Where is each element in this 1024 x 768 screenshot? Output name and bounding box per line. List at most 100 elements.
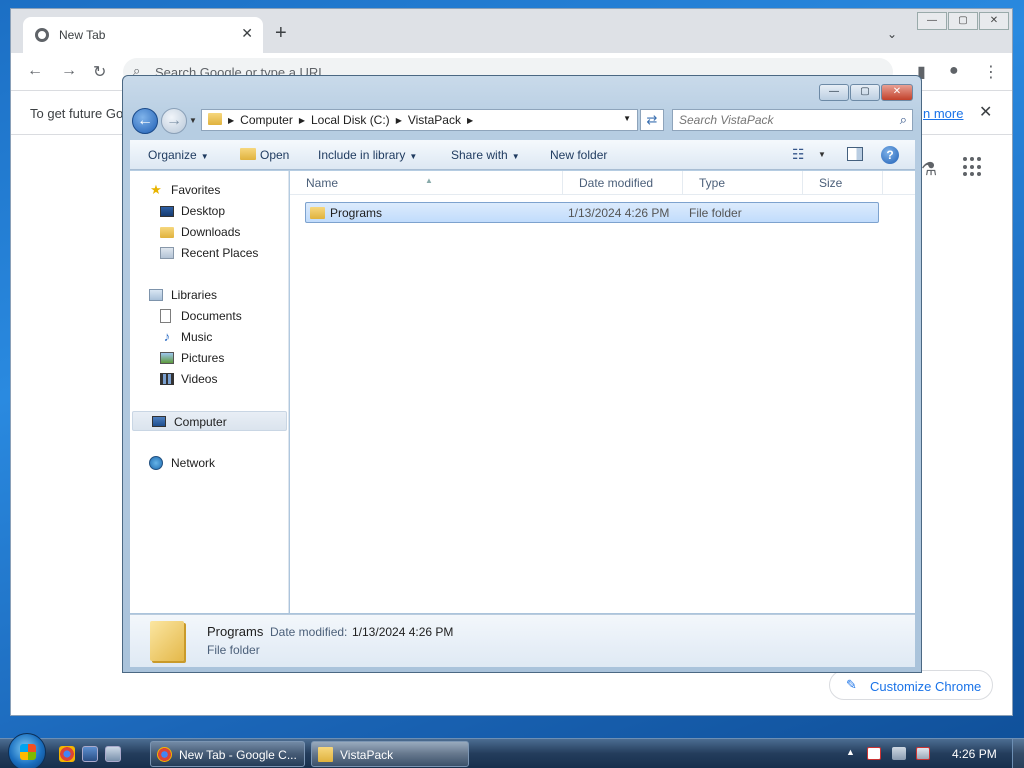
views-list-icon[interactable]: ☷ bbox=[792, 146, 805, 163]
breadcrumb-separator-icon[interactable]: ▶ bbox=[228, 116, 234, 125]
nav-label: Favorites bbox=[171, 183, 221, 197]
column-size[interactable]: Size bbox=[803, 171, 883, 195]
details-date-value: 1/13/2024 4:26 PM bbox=[352, 625, 454, 639]
close-icon[interactable]: ✕ bbox=[881, 84, 913, 101]
close-tab-icon[interactable]: ✕ bbox=[241, 25, 253, 42]
show-desktop-quick-icon[interactable] bbox=[82, 746, 98, 762]
close-icon[interactable]: ✕ bbox=[979, 12, 1009, 30]
show-hidden-icons-icon[interactable]: ▲ bbox=[846, 747, 855, 757]
file-type: File folder bbox=[689, 206, 742, 220]
breadcrumb-separator-icon[interactable]: ▶ bbox=[467, 116, 473, 125]
nav-recent-places[interactable]: Recent Places bbox=[130, 243, 288, 263]
libraries-icon bbox=[149, 289, 163, 301]
reload-icon[interactable]: ↻ bbox=[93, 62, 106, 82]
minimize-icon[interactable]: — bbox=[917, 12, 947, 30]
menu-dots-icon[interactable]: ⋮ bbox=[983, 62, 999, 82]
share-with-button[interactable]: Share with ▼ bbox=[451, 148, 520, 162]
infobar-learn-more-link[interactable]: n more bbox=[923, 106, 963, 121]
labs-flask-icon[interactable]: ⚗ bbox=[921, 159, 937, 180]
windows-logo-icon bbox=[20, 744, 36, 760]
recent-places-icon bbox=[160, 247, 174, 259]
breadcrumb-computer[interactable]: Computer bbox=[240, 113, 293, 127]
chevron-down-icon: ▼ bbox=[511, 152, 520, 161]
nav-label: Network bbox=[171, 456, 216, 470]
apps-grid-icon[interactable] bbox=[963, 157, 983, 177]
nav-pictures[interactable]: Pictures bbox=[130, 348, 288, 368]
breadcrumb-separator-icon[interactable]: ▶ bbox=[396, 116, 402, 125]
column-header: Name ▲ Date modified Type Size bbox=[290, 171, 915, 195]
videos-icon bbox=[160, 373, 174, 385]
search-box[interactable]: ⌕ bbox=[672, 109, 913, 131]
volume-muted-icon[interactable] bbox=[916, 747, 930, 760]
taskbar-chrome-button[interactable]: New Tab - Google C... bbox=[150, 741, 305, 767]
nav-desktop[interactable]: Desktop bbox=[130, 201, 288, 221]
taskbar-explorer-button[interactable]: VistaPack bbox=[311, 741, 469, 767]
downloads-folder-icon bbox=[160, 227, 174, 238]
chrome-favicon-icon bbox=[35, 28, 49, 42]
preview-pane-icon[interactable] bbox=[847, 147, 863, 161]
nav-music[interactable]: ♪ Music bbox=[130, 327, 288, 347]
folder-icon bbox=[310, 207, 325, 219]
start-button[interactable] bbox=[8, 733, 46, 768]
nav-downloads[interactable]: Downloads bbox=[130, 222, 288, 242]
nav-documents[interactable]: Documents bbox=[130, 306, 288, 326]
chevron-down-icon[interactable]: ⌄ bbox=[887, 27, 897, 41]
nav-computer[interactable]: Computer bbox=[132, 411, 287, 431]
action-center-icon[interactable] bbox=[867, 747, 881, 760]
address-dropdown-icon[interactable]: ▼ bbox=[623, 114, 631, 123]
forward-arrow-icon[interactable]: → bbox=[61, 62, 77, 80]
profile-icon[interactable]: ● bbox=[949, 62, 959, 80]
nav-label: Music bbox=[181, 330, 213, 344]
back-arrow-icon[interactable]: ← bbox=[27, 62, 43, 80]
maximize-icon[interactable]: ▢ bbox=[948, 12, 978, 30]
forward-arrow-icon[interactable]: → bbox=[161, 108, 187, 134]
breadcrumb-vistapack[interactable]: VistaPack bbox=[408, 113, 461, 127]
column-name[interactable]: Name ▲ bbox=[290, 171, 563, 195]
maximize-icon[interactable]: ▢ bbox=[850, 84, 880, 101]
taskbar-chrome-label: New Tab - Google C... bbox=[179, 748, 297, 762]
folder-icon bbox=[208, 113, 222, 125]
chrome-icon[interactable] bbox=[59, 746, 75, 762]
open-label: Open bbox=[260, 148, 290, 162]
nav-network[interactable]: Network bbox=[130, 453, 288, 473]
views-dropdown-icon[interactable]: ▼ bbox=[818, 150, 826, 159]
chrome-tab-new-tab[interactable]: New Tab ✕ bbox=[23, 17, 263, 53]
column-type[interactable]: Type bbox=[683, 171, 803, 195]
search-icon[interactable]: ⌕ bbox=[900, 112, 907, 128]
network-tray-icon[interactable] bbox=[892, 747, 906, 760]
infobar-close-icon[interactable]: ✕ bbox=[979, 102, 992, 122]
details-date-label: Date modified: bbox=[270, 625, 348, 639]
new-tab-icon[interactable]: + bbox=[275, 23, 287, 43]
help-icon[interactable]: ? bbox=[881, 146, 899, 164]
column-date-modified[interactable]: Date modified bbox=[563, 171, 683, 195]
refresh-icon[interactable]: ⇄ bbox=[640, 109, 664, 131]
clock[interactable]: 4:26 PM bbox=[952, 747, 997, 761]
table-row[interactable]: Programs 1/13/2024 4:26 PM File folder bbox=[305, 202, 879, 223]
new-folder-button[interactable]: New folder bbox=[550, 148, 607, 162]
recent-pages-dropdown-icon[interactable]: ▼ bbox=[189, 116, 197, 125]
desktop-icon bbox=[160, 206, 174, 217]
nav-libraries[interactable]: Libraries bbox=[130, 285, 288, 305]
nav-label: Downloads bbox=[181, 225, 241, 239]
back-arrow-icon[interactable]: ← bbox=[132, 108, 158, 134]
switch-windows-icon[interactable] bbox=[105, 746, 121, 762]
details-name: Programs bbox=[207, 624, 264, 639]
column-name-label: Name bbox=[306, 176, 339, 190]
infobar-message: To get future Go bbox=[30, 106, 124, 121]
minimize-icon[interactable]: — bbox=[819, 84, 849, 101]
nav-favorites[interactable]: ★ Favorites bbox=[130, 180, 288, 200]
address-bar[interactable]: ▶ Computer ▶ Local Disk (C:) ▶ VistaPack… bbox=[201, 109, 638, 131]
folder-open-icon bbox=[240, 148, 256, 160]
search-input[interactable] bbox=[679, 113, 879, 127]
breadcrumb-local-disk[interactable]: Local Disk (C:) bbox=[311, 113, 390, 127]
include-in-library-button[interactable]: Include in library ▼ bbox=[318, 148, 417, 162]
organize-button[interactable]: Organize ▼ bbox=[148, 148, 209, 162]
nav-videos[interactable]: Videos bbox=[130, 369, 288, 389]
show-desktop-button[interactable] bbox=[1012, 739, 1024, 768]
breadcrumb-separator-icon[interactable]: ▶ bbox=[299, 116, 305, 125]
file-name: Programs bbox=[330, 206, 383, 220]
share-with-label: Share with bbox=[451, 148, 508, 162]
open-button[interactable]: Open bbox=[240, 148, 289, 162]
explorer-window-controls: — ▢ ✕ bbox=[819, 84, 913, 101]
customize-chrome-button[interactable]: ✎ Customize Chrome bbox=[829, 670, 993, 700]
